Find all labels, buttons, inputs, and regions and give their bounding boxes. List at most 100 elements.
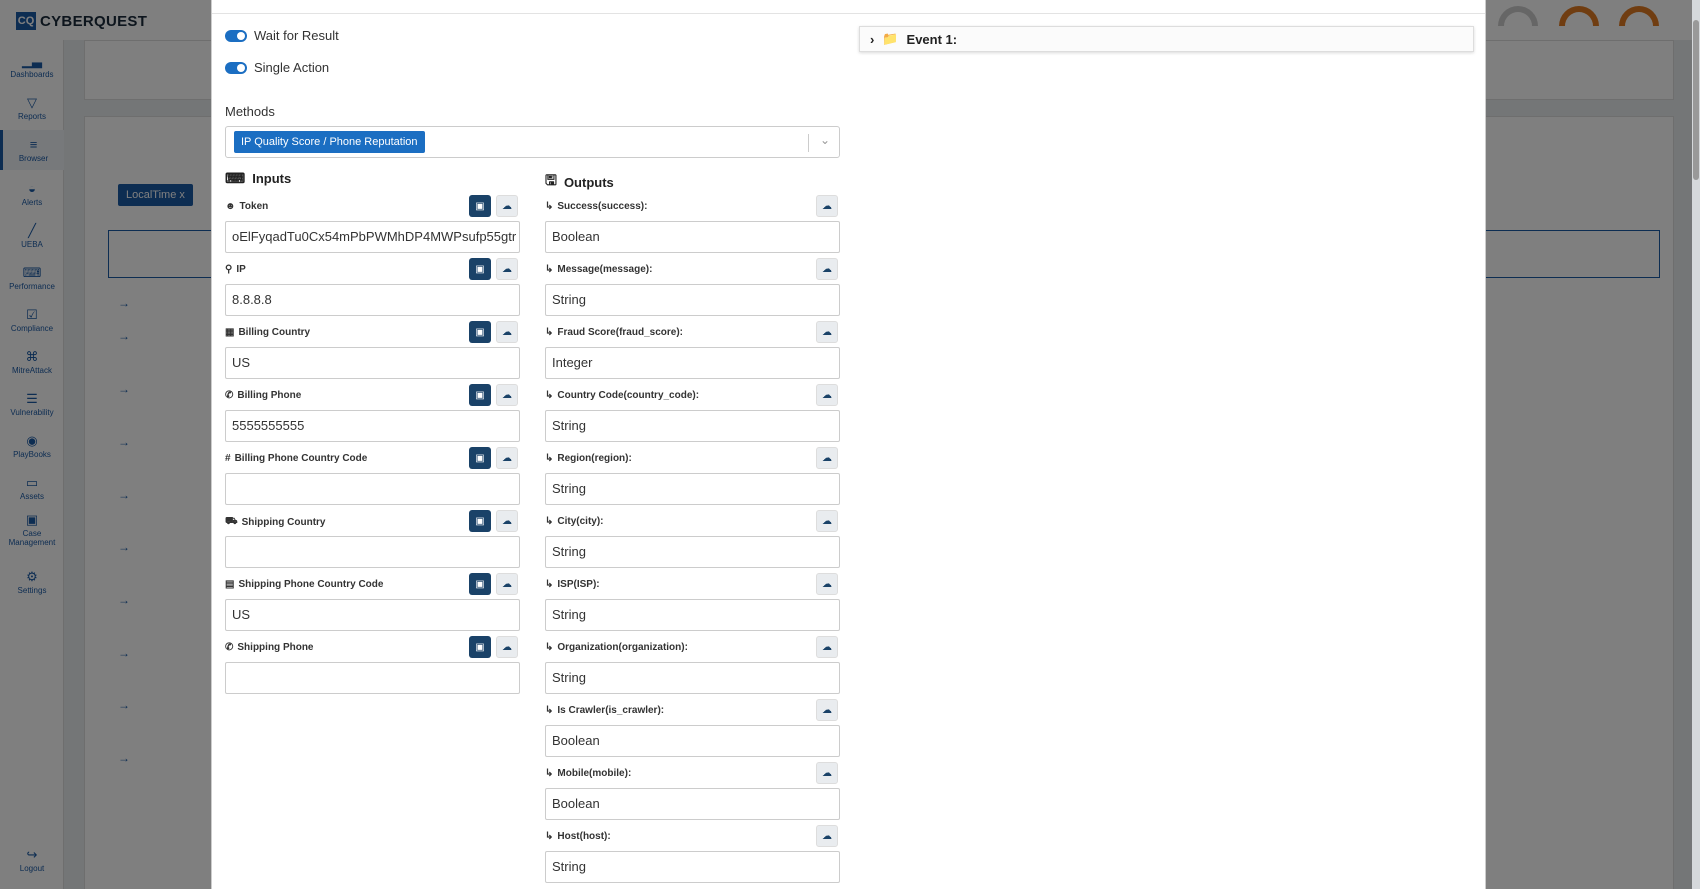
cloud-icon[interactable]: ☁ xyxy=(496,384,518,406)
cloud-icon[interactable]: ☁ xyxy=(816,573,838,595)
output-field-label: ↳ Host(host): xyxy=(545,831,611,842)
output-label-text: Organization(organization): xyxy=(557,642,688,653)
output-field-label: ↳ Mobile(mobile): xyxy=(545,768,631,779)
output-type-field[interactable]: String xyxy=(545,851,840,883)
page-scrollbar-thumb[interactable] xyxy=(1693,20,1699,180)
output-type-field[interactable]: String xyxy=(545,662,840,694)
chevron-right-icon[interactable]: › xyxy=(870,32,874,47)
input-field-label: ✆ Billing Phone xyxy=(225,390,301,401)
output-type-field[interactable]: String xyxy=(545,284,840,316)
search-icon: ⚲ xyxy=(225,264,233,275)
output-type-field[interactable]: Boolean xyxy=(545,788,840,820)
camera-icon[interactable]: ▣ xyxy=(469,510,491,532)
cloud-icon[interactable]: ☁ xyxy=(816,699,838,721)
output-arrow-icon: ↳ xyxy=(545,831,554,842)
input-field-label: ▦ Billing Country xyxy=(225,327,310,338)
output-label-text: Country Code(country_code): xyxy=(557,390,700,401)
input-billing-phone-country-code-field[interactable] xyxy=(225,473,520,505)
outputs-title-text: Outputs xyxy=(563,174,614,190)
output-arrow-icon: ↳ xyxy=(545,579,554,590)
output-field-label: ↳ Is Crawler(is_crawler): xyxy=(545,705,664,716)
cloud-icon[interactable]: ☁ xyxy=(496,258,518,280)
cloud-icon[interactable]: ☁ xyxy=(496,321,518,343)
output-type-field[interactable]: String xyxy=(545,410,840,442)
output-type-field[interactable]: String xyxy=(545,473,840,505)
wait-for-result-toggle[interactable]: Wait for Result xyxy=(225,28,339,43)
output-label-text: Region(region): xyxy=(557,453,632,464)
output-type-field[interactable]: Boolean xyxy=(545,725,840,757)
input-label-text: Billing Phone Country Code xyxy=(234,453,368,464)
output-field-label: ↳ Region(region): xyxy=(545,453,632,464)
phone-icon: ✆ xyxy=(225,390,234,401)
output-field-label: ↳ ISP(ISP): xyxy=(545,579,600,590)
input-label-text: Shipping Country xyxy=(241,517,326,528)
cloud-icon[interactable]: ☁ xyxy=(496,447,518,469)
building-icon: ▦ xyxy=(225,327,235,338)
input-shipping-country-field[interactable] xyxy=(225,536,520,568)
cloud-icon[interactable]: ☁ xyxy=(496,636,518,658)
output-arrow-icon: ↳ xyxy=(545,642,554,653)
output-field-label: ↳ City(city): xyxy=(545,516,604,527)
output-type-field[interactable]: String xyxy=(545,599,840,631)
input-billing-phone-field[interactable]: 5555555555 xyxy=(225,410,520,442)
user-icon: ☻ xyxy=(225,201,236,212)
method-chip[interactable]: IP Quality Score / Phone Reputation xyxy=(234,131,425,153)
input-label-text: Billing Country xyxy=(238,327,311,338)
camera-icon[interactable]: ▣ xyxy=(469,258,491,280)
camera-icon[interactable]: ▣ xyxy=(469,447,491,469)
output-type-field[interactable]: String xyxy=(545,536,840,568)
cloud-icon[interactable]: ☁ xyxy=(816,258,838,280)
input-shipping-phone-field[interactable] xyxy=(225,662,520,694)
cloud-icon[interactable]: ☁ xyxy=(496,510,518,532)
inputs-title-text: Inputs xyxy=(252,171,292,186)
toggle-label: Wait for Result xyxy=(254,28,339,43)
chevron-down-icon[interactable]: ⌄ xyxy=(820,133,830,147)
input-label-text: Shipping Phone Country Code xyxy=(238,579,384,590)
cloud-icon[interactable]: ☁ xyxy=(816,384,838,406)
hash-icon: # xyxy=(225,453,231,464)
output-type-field[interactable]: Integer xyxy=(545,347,840,379)
switch-on-icon[interactable] xyxy=(225,61,247,74)
cloud-icon[interactable]: ☁ xyxy=(816,825,838,847)
methods-select[interactable]: IP Quality Score / Phone Reputation ⌄ xyxy=(225,126,840,158)
cloud-icon[interactable]: ☁ xyxy=(816,195,838,217)
cloud-icon[interactable]: ☁ xyxy=(496,573,518,595)
camera-icon[interactable]: ▣ xyxy=(469,573,491,595)
output-type-field[interactable]: Boolean xyxy=(545,221,840,253)
output-arrow-icon: ↳ xyxy=(545,390,554,401)
cloud-icon[interactable]: ☁ xyxy=(816,321,838,343)
cloud-icon[interactable]: ☁ xyxy=(496,195,518,217)
input-field-label: ☻ Token xyxy=(225,201,268,212)
output-arrow-icon: ↳ xyxy=(545,516,554,527)
switch-on-icon[interactable] xyxy=(225,29,247,42)
camera-icon[interactable]: ▣ xyxy=(469,636,491,658)
input-shipping-phone-country-code-field[interactable]: US xyxy=(225,599,520,631)
camera-icon[interactable]: ▣ xyxy=(469,321,491,343)
keyboard-icon: ⌨ xyxy=(225,170,246,186)
input-field-label: ⚲ IP xyxy=(225,264,246,275)
cloud-icon[interactable]: ☁ xyxy=(816,636,838,658)
input-field-label: ✆ Shipping Phone xyxy=(225,642,314,653)
camera-icon[interactable]: ▣ xyxy=(469,384,491,406)
output-field-label: ↳ Organization(organization): xyxy=(545,642,688,653)
cloud-icon[interactable]: ☁ xyxy=(816,447,838,469)
output-label-text: ISP(ISP): xyxy=(557,579,600,590)
output-label-text: City(city): xyxy=(557,516,604,527)
output-arrow-icon: ↳ xyxy=(545,705,554,716)
event-accordion[interactable]: › 📁 Event 1: xyxy=(859,26,1474,52)
input-ip-field[interactable]: 8.8.8.8 xyxy=(225,284,520,316)
output-label-text: Success(success): xyxy=(557,201,648,212)
output-arrow-icon: ↳ xyxy=(545,768,554,779)
input-label-text: Token xyxy=(239,201,269,212)
cloud-icon[interactable]: ☁ xyxy=(816,762,838,784)
input-billing-country-field[interactable]: US xyxy=(225,347,520,379)
single-action-toggle[interactable]: Single Action xyxy=(225,60,329,75)
input-field-label: ⛟ Shipping Country xyxy=(225,516,325,529)
input-token-field[interactable]: oElFyqadTu0Cx54mPbPWMhDP4MWPsufp55gtr xyxy=(225,221,520,253)
output-label-text: Mobile(mobile): xyxy=(557,768,632,779)
toggle-label: Single Action xyxy=(254,60,330,75)
methods-label: Methods xyxy=(225,104,275,119)
cloud-icon[interactable]: ☁ xyxy=(816,510,838,532)
output-field-label: ↳ Country Code(country_code): xyxy=(545,390,699,401)
camera-icon[interactable]: ▣ xyxy=(469,195,491,217)
